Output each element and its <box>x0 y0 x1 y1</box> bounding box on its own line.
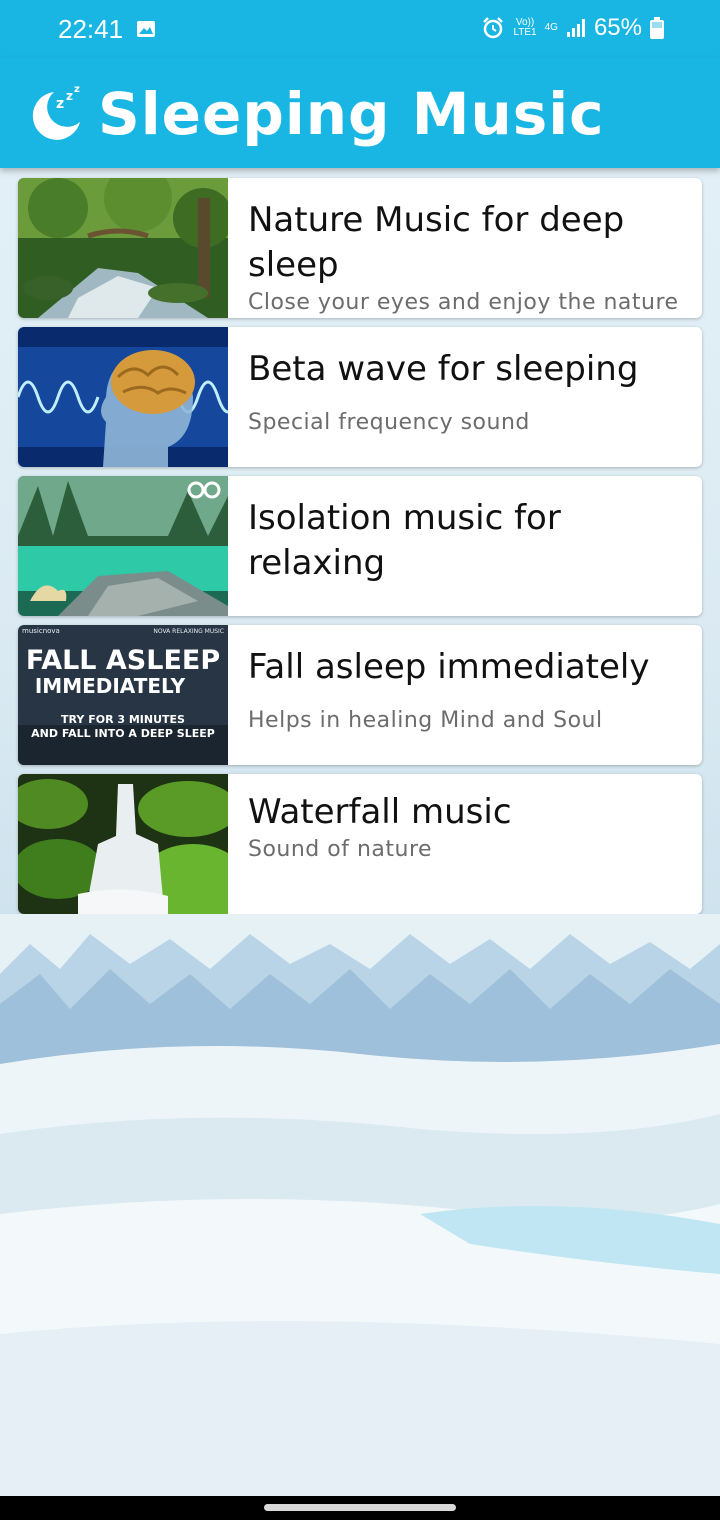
poster-line3: TRY FOR 3 MINUTES <box>61 713 185 726</box>
poster-line1: FALL ASLEEP <box>26 645 220 676</box>
gallery-notification-icon <box>137 21 155 37</box>
track-card-beta-wave[interactable]: Beta wave for sleeping Special frequency… <box>18 327 702 467</box>
alarm-icon <box>483 17 504 39</box>
track-subtitle: Helps in healing Mind and Soul <box>248 708 603 733</box>
forest-stream-thumbnail <box>18 178 228 318</box>
poster-line2: IMMEDIATELY <box>35 674 186 698</box>
app-title: Sleeping Music <box>98 80 605 148</box>
battery-icon <box>650 17 664 39</box>
track-text: Beta wave for sleeping Special frequency… <box>248 347 688 467</box>
svg-text:z: z <box>66 89 73 103</box>
status-bar: 22:41 Vo)) LTE1 4G 65% <box>0 0 720 58</box>
app-header: z z z Sleeping Music <box>0 58 720 168</box>
track-title: Isolation music for relaxing <box>248 498 561 583</box>
track-title: Beta wave for sleeping <box>248 349 639 389</box>
battery-percent: 65% <box>593 14 642 41</box>
brain-waves-thumbnail <box>18 327 228 467</box>
sleeping-moon-icon: z z z <box>32 84 80 140</box>
svg-text:z: z <box>74 84 80 95</box>
data-type-label: 4G <box>544 22 558 33</box>
winter-landscape-background <box>0 914 720 1496</box>
track-text: Waterfall music Sound of nature <box>248 794 688 914</box>
track-text: Nature Music for deep sleep Close your e… <box>248 198 688 318</box>
track-title: Nature Music for deep sleep <box>248 200 625 285</box>
track-text: Isolation music for relaxing <box>248 496 688 616</box>
track-card-waterfall[interactable]: Waterfall music Sound of nature <box>18 774 702 914</box>
track-list: Nature Music for deep sleep Close your e… <box>18 178 702 923</box>
waterfall-thumbnail <box>18 774 228 914</box>
track-text: Fall asleep immediately Helps in healing… <box>248 645 688 765</box>
track-card-nature-music[interactable]: Nature Music for deep sleep Close your e… <box>18 178 702 318</box>
poster-line4: AND FALL INTO A DEEP SLEEP <box>31 727 215 740</box>
status-time: 22:41 <box>58 14 124 44</box>
track-subtitle: Close your eyes and enjoy the nature <box>248 290 679 315</box>
green-lake-thumbnail <box>18 476 228 616</box>
home-gesture-handle[interactable] <box>264 1504 456 1511</box>
track-title: Waterfall music <box>248 794 512 832</box>
track-card-isolation-music[interactable]: Isolation music for relaxing <box>18 476 702 616</box>
signal-icon <box>566 19 585 37</box>
poster-brand-left: musicnova <box>22 627 60 635</box>
volte-indicator: Vo)) LTE1 <box>513 18 536 38</box>
svg-text:z: z <box>56 96 64 112</box>
poster-brand-right: NOVA RELAXING MUSIC <box>153 628 224 635</box>
track-subtitle: Sound of nature <box>248 837 433 862</box>
track-title: Fall asleep immediately <box>248 647 650 687</box>
track-subtitle: Special frequency sound <box>248 410 530 435</box>
track-card-fall-asleep[interactable]: musicnova NOVA RELAXING MUSIC FALL ASLEE… <box>18 625 702 765</box>
fall-asleep-poster-thumbnail: musicnova NOVA RELAXING MUSIC FALL ASLEE… <box>18 625 228 765</box>
lte-label: LTE1 <box>513 27 537 38</box>
navigation-bar <box>0 1496 720 1520</box>
